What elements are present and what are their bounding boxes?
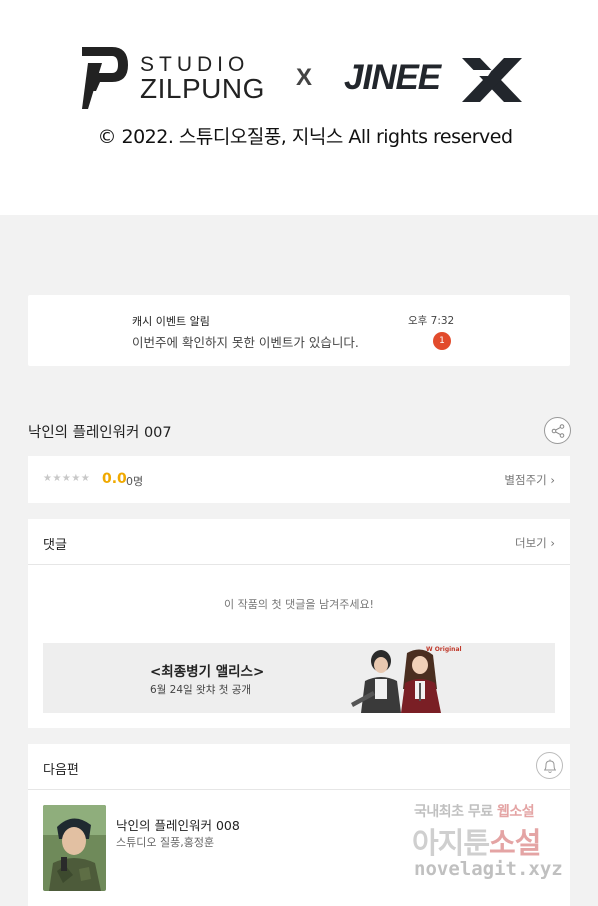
star-rating-icon: ★★★★★	[43, 473, 91, 484]
comments-section: 댓글 더보기 › 이 작품의 첫 댓글을 남겨주세요! <최종병기 앨리스> 6…	[28, 519, 570, 728]
comments-empty-message: 이 작품의 첫 댓글을 남겨주세요!	[224, 598, 374, 611]
notification-time: 오후 7:32	[408, 315, 455, 327]
notification-count-badge: 1	[433, 332, 451, 350]
promo-banner[interactable]: <최종병기 앨리스> 6월 24일 왓챠 첫 공개 W Original	[43, 643, 555, 713]
jinee-wordmark: JINEE	[344, 58, 441, 97]
promo-title: <최종병기 앨리스>	[150, 664, 265, 680]
bell-icon	[544, 759, 556, 773]
copyright-text: © 2022. 스튜디오질풍, 지닉스 All rights reserved	[97, 126, 513, 148]
studio-zilpung-mark-icon	[82, 47, 128, 109]
collab-separator: X	[296, 64, 313, 91]
comments-header: 댓글 더보기 ›	[28, 519, 570, 565]
rating-score: 0.0	[102, 471, 127, 487]
promo-characters-image	[343, 643, 463, 713]
rating-count: 0명	[126, 475, 144, 488]
share-button[interactable]	[544, 417, 571, 444]
rate-button[interactable]: 별점주기 ›	[504, 472, 555, 488]
notification-message: 이번주에 확인하지 못한 이벤트가 있습니다.	[132, 335, 359, 350]
next-episode-author: 스튜디오 질풍,홍정훈	[116, 836, 215, 849]
watermark-line1: 국내최초 무료 웹소설	[414, 804, 535, 820]
next-episode-title[interactable]: 낙인의 플레인워커 008	[116, 815, 240, 834]
next-episode-cover-image	[43, 805, 106, 891]
next-episode-label: 다음편	[43, 763, 79, 778]
next-episode-thumbnail[interactable]	[43, 805, 106, 891]
comments-more-button[interactable]: 더보기 ›	[515, 535, 555, 551]
cash-event-notification[interactable]: 캐시 이벤트 알림 이번주에 확인하지 못한 이벤트가 있습니다. 오후 7:3…	[28, 295, 570, 366]
promo-tag: W Original	[426, 646, 462, 653]
copyright-banner: STUDIO ZILPUNG X JINEE © 2022. 스튜디오질풍, 지…	[0, 0, 598, 215]
watermark-line2: 아지툰소설	[412, 826, 541, 860]
share-icon	[551, 424, 565, 438]
zilpung-wordmark: ZILPUNG	[140, 73, 265, 104]
notification-title: 캐시 이벤트 알림	[132, 315, 210, 328]
notify-button[interactable]	[536, 752, 563, 779]
episode-title: 낙인의 플레인워커 007	[28, 425, 172, 441]
rating-section: ★★★★★ 0.0 0명 별점주기 ›	[28, 456, 570, 503]
comments-label: 댓글	[43, 538, 67, 553]
promo-subtitle: 6월 24일 왓챠 첫 공개	[150, 684, 252, 696]
next-episode-header: 다음편	[28, 744, 570, 790]
jineex-x-mark-icon	[462, 58, 522, 102]
site-watermark: 국내최초 무료 웹소설 아지툰소설 novelagit.xyz	[408, 796, 583, 891]
jineex-logo: JINEE	[344, 52, 524, 108]
studio-zilpung-logo: STUDIO ZILPUNG	[82, 45, 265, 111]
watermark-url: novelagit.xyz	[414, 858, 563, 880]
